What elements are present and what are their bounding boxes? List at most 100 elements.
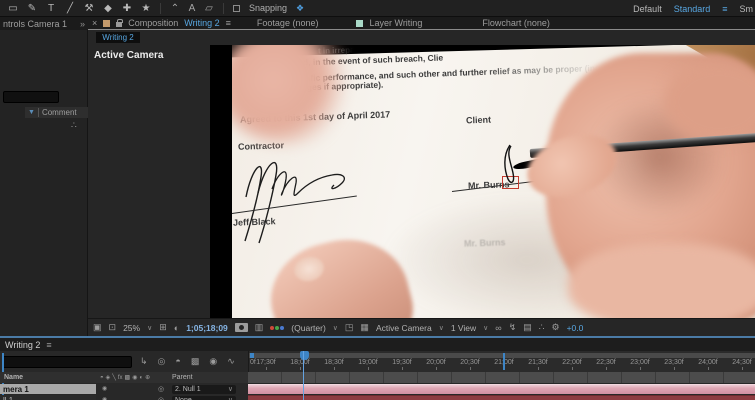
chevron-down-icon[interactable]: ∨ bbox=[483, 324, 488, 332]
workspace-standard[interactable]: Standard bbox=[674, 4, 711, 14]
switches-column-header: ◓ ◈ ╲ fx ▩ ◉ ◐ ⊕ bbox=[100, 372, 150, 383]
tab-effect-controls[interactable]: ntrols Camera 1 » bbox=[0, 17, 88, 30]
graph-editor-icon[interactable]: ∿ bbox=[227, 356, 235, 367]
fast-preview-icon[interactable]: ↯ bbox=[509, 322, 517, 333]
playhead-handle[interactable] bbox=[300, 351, 309, 360]
lock-icon[interactable] bbox=[116, 18, 124, 27]
current-timecode[interactable]: 1;05;18;09 bbox=[186, 323, 228, 333]
tab-footage[interactable]: Footage (none) bbox=[257, 18, 319, 28]
work-area-start-handle[interactable] bbox=[250, 353, 254, 358]
show-snapshot-icon[interactable]: ▥ bbox=[255, 322, 264, 333]
panel-overflow-chevron-icon[interactable]: » bbox=[80, 19, 85, 29]
timeline-button-icon[interactable]: ▤ bbox=[523, 322, 532, 333]
chevron-down-icon[interactable]: ∨ bbox=[439, 324, 444, 332]
local-axis-icon[interactable]: ⌃ bbox=[170, 3, 180, 14]
parent-select-null[interactable]: None ∨ bbox=[172, 395, 236, 400]
show-channel-icon[interactable] bbox=[270, 325, 285, 330]
ruler-label: 17;30f bbox=[249, 359, 283, 370]
clone-stamp-icon[interactable]: ⚒ bbox=[84, 3, 94, 14]
resolution-select[interactable]: (Quarter) bbox=[291, 323, 325, 333]
view-layout-select[interactable]: 1 View bbox=[451, 323, 476, 333]
chevron-down-icon[interactable]: ∨ bbox=[147, 324, 152, 332]
parent-value: None bbox=[175, 396, 192, 400]
puppet-pin-icon[interactable]: ★ bbox=[141, 3, 151, 14]
layer-row-camera[interactable]: mera 1 ◉ ◎ 2. Null 1 ∨ bbox=[0, 384, 755, 394]
pixel-aspect-icon[interactable]: ∞ bbox=[495, 323, 501, 333]
twirl-down-icon[interactable]: ▼ bbox=[28, 109, 35, 116]
video-frame[interactable]: t in irrepa nedy at law; and, in the eve… bbox=[210, 45, 755, 318]
motion-blur-column-icon[interactable]: ◉ bbox=[132, 374, 137, 381]
layer-switch-icon[interactable]: ◉ bbox=[102, 385, 107, 392]
snapping-checkbox[interactable] bbox=[233, 4, 240, 12]
transparency-grid-icon[interactable]: ▦ bbox=[360, 322, 369, 333]
mask-visibility-icon[interactable]: ◐ bbox=[174, 323, 179, 333]
exposure-value[interactable]: +0.0 bbox=[567, 323, 584, 333]
frame-blend-column-icon[interactable]: ▩ bbox=[125, 374, 131, 381]
ruler-label: 18;00f bbox=[283, 359, 317, 370]
threed-column-icon[interactable]: ⊕ bbox=[145, 374, 150, 381]
parent-pickwhip-icon[interactable]: ◎ bbox=[158, 385, 164, 393]
composition-tab-label[interactable]: Composition bbox=[128, 18, 178, 28]
time-ruler[interactable]: 0f 17;30f 18;00f 18;30f 19;00f 19;30f 20;00f 2… bbox=[248, 351, 755, 372]
frame-blending-icon[interactable]: ▩ bbox=[191, 356, 200, 367]
panel-menu-icon[interactable]: ≡ bbox=[226, 18, 231, 28]
workspace-menu-icon[interactable]: ≡ bbox=[722, 4, 727, 14]
layer-duration-bar-camera[interactable] bbox=[248, 384, 755, 394]
brush-tool-icon[interactable]: ╱ bbox=[65, 3, 75, 14]
parent-select-camera[interactable]: 2. Null 1 ∨ bbox=[172, 384, 236, 394]
eraser-tool-icon[interactable]: ◆ bbox=[103, 3, 113, 14]
workspace-default[interactable]: Default bbox=[633, 4, 662, 14]
snapping-options-icon[interactable]: ❖ bbox=[296, 3, 304, 14]
flowchart-icon[interactable]: ∴ bbox=[71, 120, 77, 131]
parent-column-label[interactable]: Parent bbox=[172, 374, 193, 381]
layer-name-null[interactable]: ll 1 bbox=[0, 395, 96, 400]
comp-mini-flowchart-icon[interactable]: ↳ bbox=[140, 356, 148, 367]
left-panel-search-input[interactable] bbox=[3, 91, 59, 103]
monitor-icon[interactable]: ⊡ bbox=[109, 322, 117, 333]
shy-column-icon[interactable]: ◓ bbox=[100, 375, 104, 381]
playhead-line[interactable] bbox=[303, 351, 304, 400]
fx-column-icon[interactable]: fx bbox=[118, 375, 123, 381]
snapshot-camera-icon[interactable] bbox=[234, 323, 248, 332]
flowchart-button-icon[interactable]: ∴ bbox=[539, 322, 545, 333]
shy-icon[interactable]: ◓ bbox=[175, 356, 180, 367]
ruler-label: 24;00f bbox=[691, 359, 725, 370]
exposure-gear-icon[interactable]: ⚙ bbox=[552, 322, 560, 333]
camera-view-select[interactable]: Active Camera bbox=[376, 323, 432, 333]
rect-tool-icon[interactable]: ▭ bbox=[8, 3, 18, 14]
workspace-truncated[interactable]: Sm bbox=[740, 4, 754, 14]
quality-column-icon[interactable]: ╲ bbox=[112, 374, 116, 381]
adjustment-column-icon[interactable]: ◐ bbox=[139, 375, 143, 381]
grid-guides-icon[interactable]: ⊞ bbox=[159, 322, 167, 333]
view-axis-icon[interactable]: ▱ bbox=[204, 3, 214, 14]
composition-tab-name[interactable]: Writing 2 bbox=[184, 18, 219, 28]
timeline-search-input[interactable] bbox=[2, 356, 132, 368]
draft-3d-icon[interactable]: ◎ bbox=[158, 356, 166, 367]
name-column-label[interactable]: Name bbox=[4, 374, 23, 381]
roto-brush-icon[interactable]: ✚ bbox=[122, 3, 132, 14]
collapse-column-icon[interactable]: ◈ bbox=[106, 374, 111, 381]
work-area-bar[interactable] bbox=[249, 353, 755, 358]
chevron-down-icon[interactable]: ∨ bbox=[333, 324, 338, 332]
layer-duration-bar-null[interactable] bbox=[248, 395, 755, 400]
zoom-level[interactable]: 25% bbox=[123, 323, 140, 333]
layer-row-null[interactable]: ll 1 ◉ ◎ None ∨ bbox=[0, 395, 755, 400]
world-axis-icon[interactable]: A bbox=[187, 3, 197, 14]
tab-flowchart[interactable]: Flowchart (none) bbox=[482, 18, 550, 28]
close-icon[interactable]: × bbox=[92, 18, 97, 28]
region-of-interest-icon[interactable]: ◳ bbox=[345, 322, 354, 333]
parent-pickwhip-icon[interactable]: ◎ bbox=[158, 396, 164, 400]
panel-menu-icon[interactable]: ≡ bbox=[46, 340, 51, 350]
motion-blur-icon[interactable]: ◉ bbox=[209, 356, 217, 367]
tab-timeline-writing2[interactable]: Writing 2 bbox=[5, 340, 40, 350]
comment-column-header[interactable]: ▼ Comment bbox=[25, 107, 88, 118]
tab-layer[interactable]: Layer Writing bbox=[369, 18, 422, 28]
layer-name-camera[interactable]: mera 1 bbox=[0, 384, 96, 394]
viewer-tab-strip: × Composition Writing 2 ≡ Footage (none)… bbox=[88, 17, 755, 30]
comp-navigator-tab[interactable]: Writing 2 bbox=[96, 32, 140, 43]
type-tool-icon[interactable]: T bbox=[46, 3, 56, 14]
always-preview-icon[interactable]: ▣ bbox=[93, 322, 102, 333]
ruler-label: 22;30f bbox=[589, 359, 623, 370]
pen-tool-icon[interactable]: ✎ bbox=[27, 3, 37, 14]
layer-switch-icon[interactable]: ◉ bbox=[102, 396, 107, 400]
